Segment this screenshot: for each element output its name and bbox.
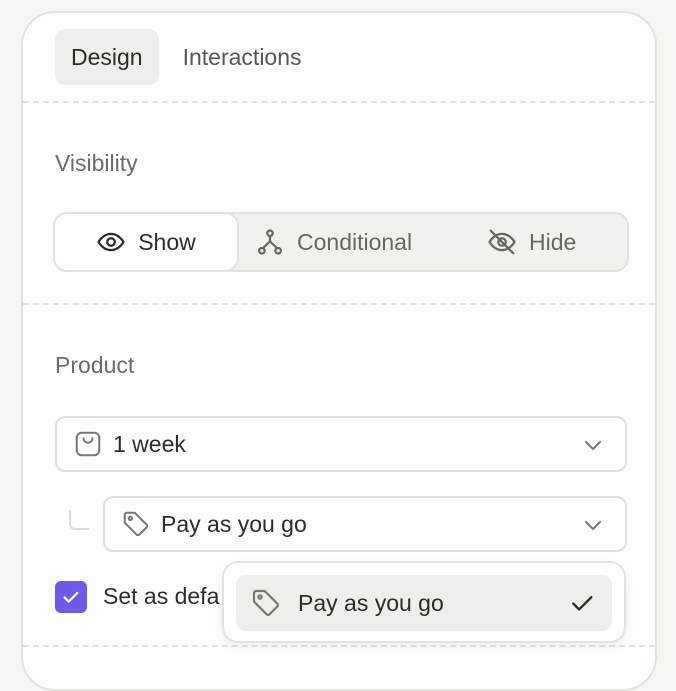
section-divider: [23, 101, 655, 103]
tag-icon: [123, 511, 149, 537]
eye-off-icon: [488, 229, 516, 255]
default-checkbox[interactable]: [55, 581, 87, 613]
product-select-value: 1 week: [113, 430, 186, 457]
dropdown-option-label: Pay as you go: [298, 589, 444, 616]
visibility-conditional-button[interactable]: Conditional: [255, 214, 412, 270]
chevron-down-icon: [585, 441, 601, 450]
price-dropdown-menu: Pay as you go: [222, 561, 626, 643]
tab-design[interactable]: Design: [55, 29, 159, 85]
tab-interactions[interactable]: Interactions: [167, 29, 318, 85]
visibility-hide-label: Hide: [529, 228, 577, 255]
section-divider: [23, 645, 655, 647]
visibility-hide-button[interactable]: Hide: [487, 214, 576, 270]
product-select[interactable]: 1 week: [55, 416, 627, 472]
visibility-conditional-label: Conditional: [297, 228, 413, 255]
check-icon: [572, 596, 593, 611]
visibility-show-label: Show: [138, 228, 196, 255]
tab-bar: Design Interactions: [55, 29, 318, 85]
tag-icon: [252, 589, 279, 616]
nested-connector: [69, 510, 89, 530]
price-select-value: Pay as you go: [161, 510, 307, 537]
section-divider: [23, 303, 655, 305]
checkmark-icon: [63, 591, 79, 603]
dropdown-option-pay-as-you-go[interactable]: Pay as you go: [236, 575, 612, 631]
visibility-label: Visibility: [55, 150, 138, 176]
visibility-segmented-control: Show Conditional Hide: [53, 212, 629, 272]
default-checkbox-label: Set as defa: [103, 583, 220, 609]
eye-icon: [97, 232, 125, 252]
bag-icon: [75, 431, 101, 457]
price-select[interactable]: Pay as you go: [103, 496, 627, 552]
product-label: Product: [55, 352, 135, 378]
chevron-down-icon: [585, 521, 601, 530]
visibility-show-button[interactable]: Show: [53, 212, 239, 272]
branch-icon: [257, 229, 282, 255]
